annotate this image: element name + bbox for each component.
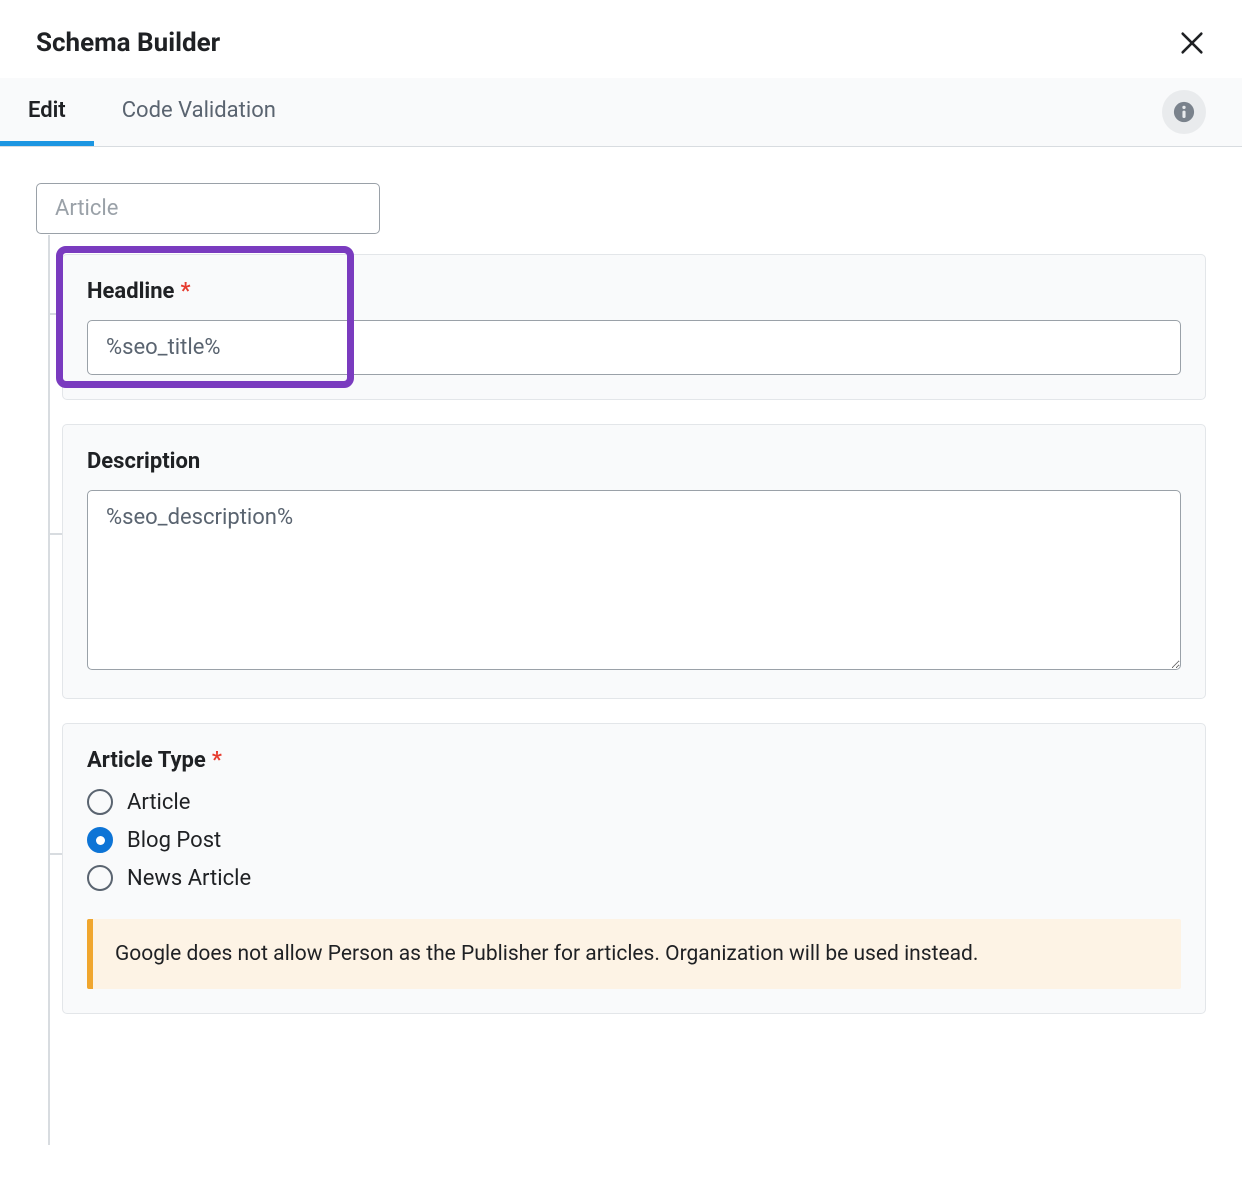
required-star: * [180,279,190,304]
article-type-label: Article Type * [87,748,1181,773]
radio-label-news-article: News Article [127,866,251,891]
radio-icon [87,827,113,853]
close-icon [1178,29,1206,57]
close-button[interactable] [1178,29,1206,57]
content-area: Article Headline * Description %seo_desc… [0,147,1242,1014]
tabs-list: Edit Code Validation [0,78,304,146]
radio-article[interactable]: Article [87,789,1181,815]
article-type-section: Article Type * Article Blog Post News Ar… [62,723,1206,1014]
radio-label-blog-post: Blog Post [127,828,221,853]
radio-icon [87,789,113,815]
description-section: Description %seo_description% [62,424,1206,699]
radio-label-article: Article [127,790,190,815]
schema-tree: Article Headline * Description %seo_desc… [36,183,1206,1014]
required-star: * [212,748,222,773]
tab-edit[interactable]: Edit [0,78,94,146]
schema-type-value: Article [55,196,118,221]
headline-input[interactable] [87,320,1181,375]
radio-icon [87,865,113,891]
schema-type-select[interactable]: Article [36,183,380,234]
description-textarea[interactable]: %seo_description% [87,490,1181,670]
info-button[interactable] [1162,90,1206,134]
info-icon [1173,101,1195,123]
modal-title: Schema Builder [36,28,220,58]
tab-code-validation[interactable]: Code Validation [94,78,304,146]
article-type-radio-group: Article Blog Post News Article [87,789,1181,891]
modal-header: Schema Builder [0,0,1242,78]
description-label: Description [87,449,1181,474]
publisher-notice: Google does not allow Person as the Publ… [87,919,1181,989]
radio-blog-post[interactable]: Blog Post [87,827,1181,853]
radio-news-article[interactable]: News Article [87,865,1181,891]
headline-label: Headline * [87,279,1181,304]
headline-section: Headline * [62,254,1206,400]
tabs-bar: Edit Code Validation [0,78,1242,147]
